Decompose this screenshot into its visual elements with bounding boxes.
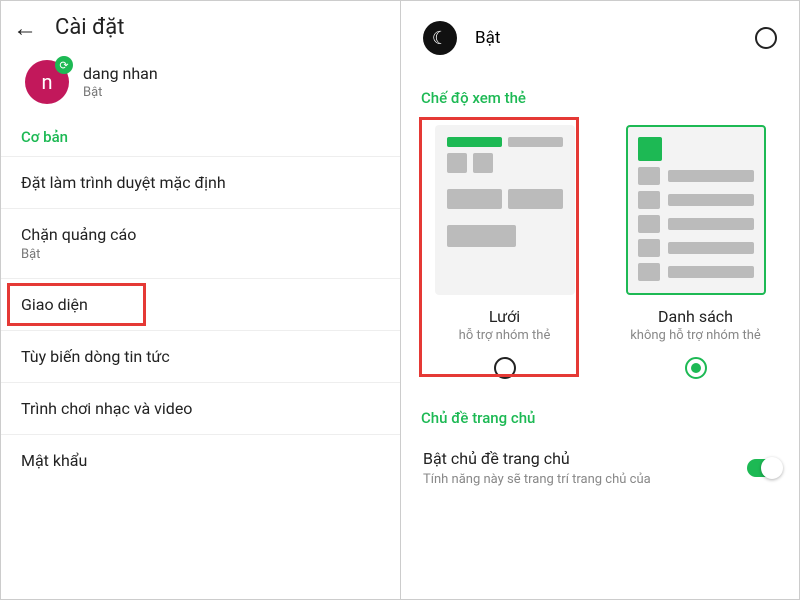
back-icon[interactable]: ←	[13, 16, 37, 40]
sync-icon: ⟳	[55, 56, 73, 74]
row-label: Mật khẩu	[21, 451, 87, 470]
row-label: Giao diện	[21, 295, 88, 314]
card-view-list[interactable]: Danh sách không hỗ trợ nhóm thẻ	[614, 125, 777, 379]
row-status: Bật	[21, 247, 380, 262]
appearance-screen: ☾ Bật Chế độ xem thẻ Lưới hỗ trợ nhóm th…	[400, 1, 799, 599]
row-media[interactable]: Trình chơi nhạc và video	[1, 382, 400, 434]
theme-toggle[interactable]	[747, 459, 781, 477]
row-adblock[interactable]: Chặn quảng cáo Bật	[1, 208, 400, 278]
section-basic: Cơ bản	[1, 122, 400, 156]
account-name: dang nhan	[83, 64, 158, 83]
row-night-mode[interactable]: ☾ Bật	[401, 1, 799, 83]
row-label: Trình chơi nhạc và video	[21, 399, 192, 418]
row-label: Đặt làm trình duyệt mặc định	[21, 173, 226, 192]
grid-label: Lưới	[489, 307, 520, 326]
settings-screen: ← Cài đặt n ⟳ dang nhan Bật Cơ bản Đặt l…	[1, 1, 400, 599]
list-preview	[626, 125, 766, 295]
theme-label: Bật chủ đề trang chủ	[423, 449, 777, 468]
grid-preview	[435, 125, 575, 295]
list-sub: không hỗ trợ nhóm thẻ	[630, 328, 761, 343]
avatar: n ⟳	[25, 60, 69, 104]
list-label: Danh sách	[658, 307, 733, 326]
row-label: Tùy biến dòng tin tức	[21, 347, 170, 366]
theme-sub: Tính năng này sẽ trang trí trang chủ của	[423, 472, 777, 487]
grid-sub: hỗ trợ nhóm thẻ	[459, 328, 551, 343]
section-theme: Chủ đề trang chủ	[401, 403, 799, 437]
grid-radio[interactable]	[494, 357, 516, 379]
night-mode-radio[interactable]	[755, 27, 777, 49]
card-view-grid[interactable]: Lưới hỗ trợ nhóm thẻ	[423, 125, 586, 379]
account-row[interactable]: n ⟳ dang nhan Bật	[1, 46, 400, 122]
row-label: Chặn quảng cáo	[21, 225, 136, 244]
row-home-theme[interactable]: Bật chủ đề trang chủ Tính năng này sẽ tr…	[401, 437, 799, 487]
row-news[interactable]: Tùy biến dòng tin tức	[1, 330, 400, 382]
moon-icon: ☾	[423, 21, 457, 55]
night-mode-label: Bật	[475, 28, 500, 48]
row-default-browser[interactable]: Đặt làm trình duyệt mặc định	[1, 156, 400, 208]
row-ui[interactable]: Giao diện	[1, 278, 400, 330]
page-title: Cài đặt	[55, 15, 124, 40]
section-card-view: Chế độ xem thẻ	[401, 83, 799, 117]
account-status: Bật	[83, 85, 158, 100]
list-radio[interactable]	[685, 357, 707, 379]
row-password[interactable]: Mật khẩu	[1, 434, 400, 486]
avatar-letter: n	[41, 70, 52, 94]
